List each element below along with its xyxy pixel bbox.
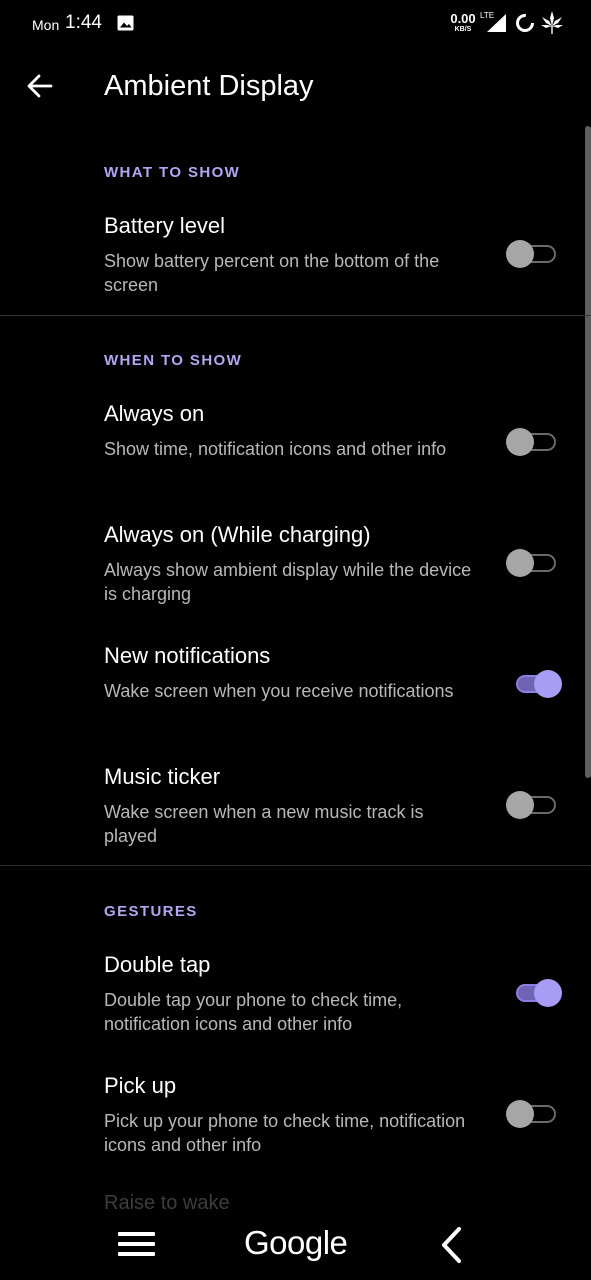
pref-summary: Wake screen when a new music track is pl… <box>104 802 424 846</box>
pref-summary: Show battery percent on the bottom of th… <box>104 251 440 295</box>
status-time: 1:44 <box>65 12 102 33</box>
switch-thumb <box>506 791 534 819</box>
page-title: Ambient Display <box>104 70 314 102</box>
pref-always-on[interactable]: Always on Show time, notification icons … <box>0 401 585 522</box>
google-button[interactable]: Google <box>244 1224 348 1262</box>
pref-title: Double tap <box>104 952 211 977</box>
ambient-display-screen: Mon 1:44 0.00 KB/S LTE Ambient Display W… <box>0 0 591 1280</box>
navigation-bar: Google <box>0 1216 591 1280</box>
net-speed-unit: KB/S <box>454 26 472 33</box>
pref-summary: Pick up your phone to check time, notifi… <box>104 1111 466 1155</box>
back-button[interactable] <box>18 64 62 108</box>
pref-double-tap[interactable]: Double tap Double tap your phone to chec… <box>0 952 585 1073</box>
pref-summary: Always show ambient display while the de… <box>104 560 472 604</box>
switch-thumb <box>534 670 562 698</box>
app-bar: Ambient Display <box>0 48 591 126</box>
pref-title: New notifications <box>104 643 271 668</box>
divider <box>0 315 591 316</box>
battery-level-switch[interactable] <box>506 240 558 268</box>
pref-raise-to-wake-title[interactable]: Raise to wake <box>104 1192 230 1215</box>
always-on-switch[interactable] <box>506 428 558 456</box>
arrow-back-icon <box>27 74 53 98</box>
switch-thumb <box>506 428 534 456</box>
divider <box>0 865 591 866</box>
chevron-back-icon[interactable] <box>438 1226 466 1264</box>
new-notifications-switch[interactable] <box>506 670 562 698</box>
pref-summary: Wake screen when you receive notificatio… <box>104 681 454 701</box>
double-tap-switch[interactable] <box>506 979 562 1007</box>
section-header-when-to-show: WHEN TO SHOW <box>104 352 243 369</box>
pref-music-ticker[interactable]: Music ticker Wake screen when a new musi… <box>0 764 585 885</box>
pref-summary: Double tap your phone to check time, not… <box>104 990 403 1034</box>
switch-thumb <box>506 1100 534 1128</box>
section-header-what-to-show: WHAT TO SHOW <box>104 164 241 181</box>
pref-pick-up[interactable]: Pick up Pick up your phone to check time… <box>0 1073 585 1194</box>
status-bar: Mon 1:44 0.00 KB/S LTE <box>0 0 591 48</box>
pref-title: Always on (While charging) <box>104 522 371 547</box>
scrollbar[interactable] <box>585 126 591 778</box>
switch-thumb <box>506 240 534 268</box>
section-header-gestures: GESTURES <box>104 903 198 920</box>
pref-title: Pick up <box>104 1073 177 1098</box>
pref-always-on-while-charging[interactable]: Always on (While charging) Always show a… <box>0 522 585 643</box>
signal-icon <box>487 14 506 32</box>
network-speed: 0.00 KB/S <box>446 12 480 33</box>
pref-title: Battery level <box>104 213 226 238</box>
image-icon <box>117 15 134 31</box>
always-on-charging-switch[interactable] <box>506 549 558 577</box>
pref-new-notifications[interactable]: New notifications Wake screen when you r… <box>0 643 585 764</box>
pick-up-switch[interactable] <box>506 1100 558 1128</box>
net-speed-value: 0.00 <box>450 11 476 26</box>
pref-summary: Show time, notification icons and other … <box>104 439 447 459</box>
status-day: Mon <box>32 17 60 33</box>
hamburger-menu-icon[interactable] <box>118 1230 156 1258</box>
pref-title: Always on <box>104 401 205 426</box>
music-ticker-switch[interactable] <box>506 791 558 819</box>
leaf-icon <box>541 11 563 34</box>
loading-ring-icon <box>516 14 534 32</box>
pref-battery-level[interactable]: Battery level Show battery percent on th… <box>0 213 585 334</box>
switch-thumb <box>534 979 562 1007</box>
switch-thumb <box>506 549 534 577</box>
pref-title: Music ticker <box>104 764 221 789</box>
